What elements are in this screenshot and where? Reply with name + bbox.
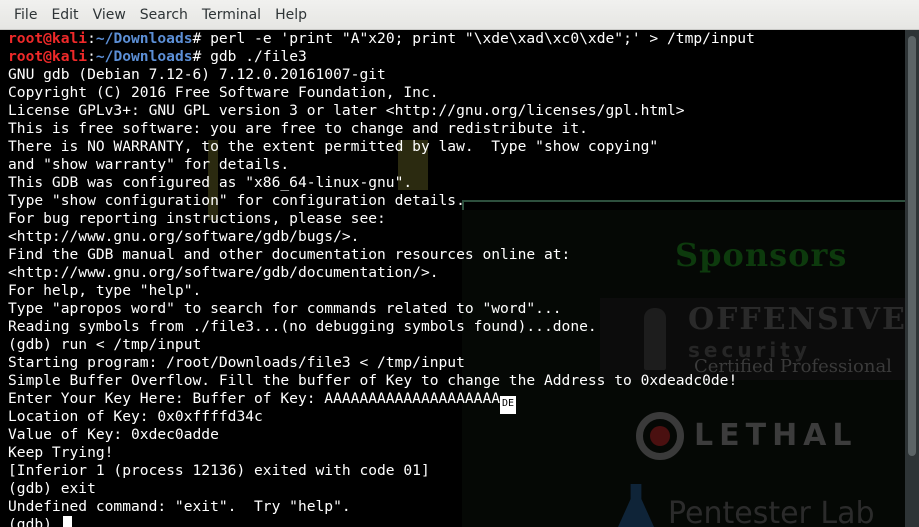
output-line: (gdb) exit bbox=[8, 480, 96, 497]
key-prompt-text: Enter Your Key Here: Buffer of Key: AAAA… bbox=[8, 390, 501, 407]
output-line: For help, type "help". bbox=[8, 282, 202, 299]
output-line: <http://www.gnu.org/software/gdb/bugs/>. bbox=[8, 228, 360, 245]
gdb-prompt-line[interactable]: (gdb) bbox=[8, 516, 755, 527]
output-line: For bug reporting instructions, please s… bbox=[8, 210, 386, 227]
menu-search[interactable]: Search bbox=[133, 0, 195, 30]
output-line: Starting program: /root/Downloads/file3 … bbox=[8, 354, 465, 371]
command-text: gdb ./file3 bbox=[201, 48, 307, 65]
output-line: Find the GDB manual and other documentat… bbox=[8, 246, 571, 263]
output-line: Type "apropos word" to search for comman… bbox=[8, 300, 562, 317]
output-line: Reading symbols from ./file3...(no debug… bbox=[8, 318, 597, 335]
prompt-path: ~/Downloads bbox=[95, 30, 193, 47]
menu-terminal[interactable]: Terminal bbox=[195, 0, 268, 30]
key-prompt-line: Enter Your Key Here: Buffer of Key: AAAA… bbox=[8, 390, 755, 414]
prompt-line: root@kali:~/Downloads# perl -e 'print "A… bbox=[8, 30, 755, 48]
gdb-prompt: (gdb) bbox=[8, 516, 61, 527]
menu-bar: File Edit View Search Terminal Help bbox=[0, 0, 919, 30]
menu-file[interactable]: File bbox=[0, 0, 44, 30]
output-line: (gdb) run < /tmp/input bbox=[8, 336, 202, 353]
output-line: Value of Key: 0xdec0adde bbox=[8, 426, 219, 443]
output-line: Type "show configuration" for configurat… bbox=[8, 192, 465, 209]
prompt-separator: : bbox=[87, 30, 96, 47]
menu-help[interactable]: Help bbox=[268, 0, 314, 30]
terminal-window: File Edit View Search Terminal Help Spon… bbox=[0, 0, 919, 527]
menu-view[interactable]: View bbox=[86, 0, 133, 30]
output-line: GNU gdb (Debian 7.12-6) 7.12.0.20161007-… bbox=[8, 66, 386, 83]
menu-edit[interactable]: Edit bbox=[44, 0, 85, 30]
output-line: This GDB was configured as "x86_64-linux… bbox=[8, 174, 413, 191]
scrollbar-thumb[interactable] bbox=[908, 36, 916, 456]
output-line: [Inferior 1 (process 12136) exited with … bbox=[8, 462, 430, 479]
command-text: perl -e 'print "A"x20; print "\xde\xad\x… bbox=[201, 30, 755, 47]
prompt-user-host: root@kali bbox=[8, 30, 88, 47]
text-cursor bbox=[62, 516, 72, 527]
prompt-line: root@kali:~/Downloads# gdb ./file3 bbox=[8, 48, 755, 66]
output-line: Keep Trying! bbox=[8, 444, 114, 461]
scrollbar[interactable] bbox=[905, 30, 919, 527]
output-line: <http://www.gnu.org/software/gdb/documen… bbox=[8, 264, 439, 281]
output-line: Location of Key: 0x0xffffd34c bbox=[8, 408, 263, 425]
output-line: Copyright (C) 2016 Free Software Foundat… bbox=[8, 84, 439, 101]
prompt-symbol: # bbox=[192, 30, 202, 47]
output-line: This is free software: you are free to c… bbox=[8, 120, 588, 137]
unprintable-glyph: DE bbox=[500, 396, 517, 414]
terminal-area[interactable]: Sponsors OFFENSIVE security Certified Pr… bbox=[0, 30, 905, 527]
output-line: and "show warranty" for details. bbox=[8, 156, 290, 173]
output-line: License GPLv3+: GNU GPL version 3 or lat… bbox=[8, 102, 685, 119]
prompt-symbol: # bbox=[192, 48, 202, 65]
prompt-user-host: root@kali bbox=[8, 48, 88, 65]
prompt-path: ~/Downloads bbox=[95, 48, 193, 65]
terminal-output: root@kali:~/Downloads# perl -e 'print "A… bbox=[8, 30, 755, 527]
output-line: Undefined command: "exit". Try "help". bbox=[8, 498, 351, 515]
output-line: Simple Buffer Overflow. Fill the buffer … bbox=[8, 372, 738, 389]
prompt-separator: : bbox=[87, 48, 96, 65]
output-line: There is NO WARRANTY, to the extent perm… bbox=[8, 138, 659, 155]
